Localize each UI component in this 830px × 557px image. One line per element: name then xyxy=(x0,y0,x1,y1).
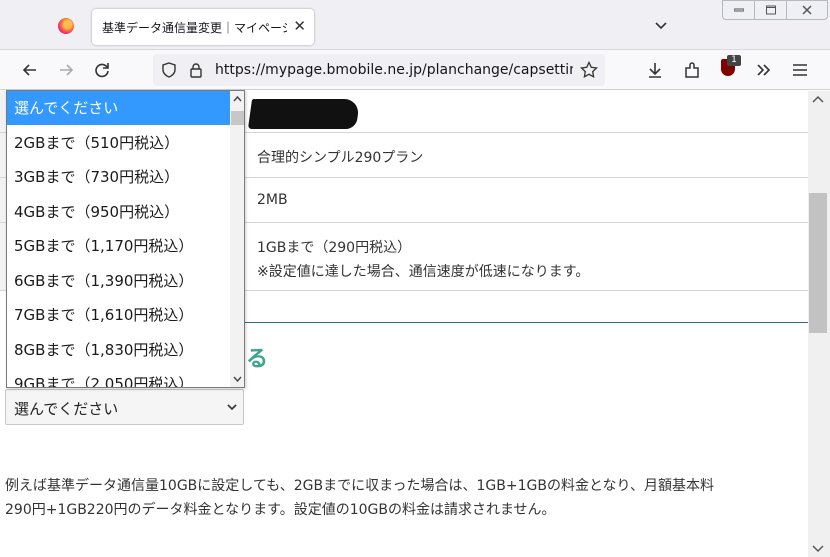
select-option[interactable]: 選んでください xyxy=(7,91,230,125)
back-icon[interactable] xyxy=(20,60,40,80)
select-option[interactable]: 2GBまで（510円税込） xyxy=(7,126,230,160)
star-icon[interactable] xyxy=(580,61,598,79)
select-option[interactable]: 7GBまで（1,610円税込） xyxy=(7,298,230,332)
url-text[interactable]: https://mypage.bmobile.ne.jp/planchange/… xyxy=(215,62,573,78)
overflow-icon[interactable] xyxy=(754,60,774,80)
current-cap-note: ※設定値に達した場合、通信速度が低速になります。 xyxy=(257,264,590,280)
chevron-down-icon[interactable] xyxy=(654,18,668,32)
tab-strip: 基準データ通信量変更｜マイページ ✕ xyxy=(0,0,830,50)
select-option[interactable]: 4GBまで（950円税込） xyxy=(7,195,230,229)
dropdown-scrollbar[interactable] xyxy=(230,91,244,387)
select-option[interactable]: 8GBまで（1,830円税込） xyxy=(7,333,230,367)
menu-icon[interactable] xyxy=(790,60,810,80)
select-option[interactable]: 9GBまで（2,050円税込） xyxy=(7,367,230,387)
data-cap-select[interactable]: 選んでください xyxy=(5,389,244,425)
window-close-button[interactable] xyxy=(786,0,828,20)
redacted-value xyxy=(247,99,361,129)
scroll-up-icon[interactable] xyxy=(812,95,824,103)
extensions-icon[interactable] xyxy=(682,60,702,80)
navigation-toolbar: https://mypage.bmobile.ne.jp/planchange/… xyxy=(0,50,830,90)
scroll-down-icon[interactable] xyxy=(233,376,242,383)
current-cap-value: 1GBまで（290円税込） xyxy=(257,240,412,256)
download-icon[interactable] xyxy=(645,60,665,80)
firefox-logo-icon xyxy=(58,18,74,34)
select-current-value: 選んでください xyxy=(14,400,119,418)
section-divider xyxy=(245,322,808,323)
scroll-thumb[interactable] xyxy=(809,193,827,333)
note-line: 290円+1GB220円のデータ料金となります。設定値の10GBの料金は請求され… xyxy=(5,502,556,518)
scroll-up-icon[interactable] xyxy=(233,95,242,102)
tab-title: 基準データ通信量変更｜マイページ xyxy=(102,21,287,35)
page-scrollbar[interactable] xyxy=(808,91,830,557)
shield-icon[interactable] xyxy=(161,62,177,78)
dropdown-scroll-thumb[interactable] xyxy=(231,111,244,125)
tab-active[interactable]: 基準データ通信量変更｜マイページ ✕ xyxy=(92,9,314,45)
select-options-popup: 選んでください 2GBまで（510円税込） 3GBまで（730円税込） 4GBま… xyxy=(6,90,245,388)
plan-name-value: 合理的シンプル290プラン xyxy=(257,150,424,166)
explanation-note: 例えば基準データ通信量10GBに設定しても、2GBまでに収まった場合は、1GB+… xyxy=(5,474,802,522)
reload-icon[interactable] xyxy=(92,60,112,80)
maximize-button[interactable] xyxy=(754,0,788,20)
minimize-button[interactable] xyxy=(722,0,756,20)
extension-badge: 1 xyxy=(727,55,741,66)
scroll-down-icon[interactable] xyxy=(812,545,824,553)
data-amount-value: 2MB xyxy=(257,192,288,208)
chevron-down-icon xyxy=(227,404,237,411)
select-option[interactable]: 6GBまで（1,390円税込） xyxy=(7,264,230,298)
close-icon[interactable]: ✕ xyxy=(293,17,306,35)
forward-icon[interactable] xyxy=(56,60,76,80)
select-option[interactable]: 5GBまで（1,170円税込） xyxy=(7,229,230,263)
select-option[interactable]: 3GBまで（730円税込） xyxy=(7,160,230,194)
note-line: 例えば基準データ通信量10GBに設定しても、2GBまでに収まった場合は、1GB+… xyxy=(5,478,714,494)
url-bar[interactable]: https://mypage.bmobile.ne.jp/planchange/… xyxy=(153,54,605,86)
section-heading: る xyxy=(246,347,269,372)
lock-icon[interactable] xyxy=(189,62,203,78)
